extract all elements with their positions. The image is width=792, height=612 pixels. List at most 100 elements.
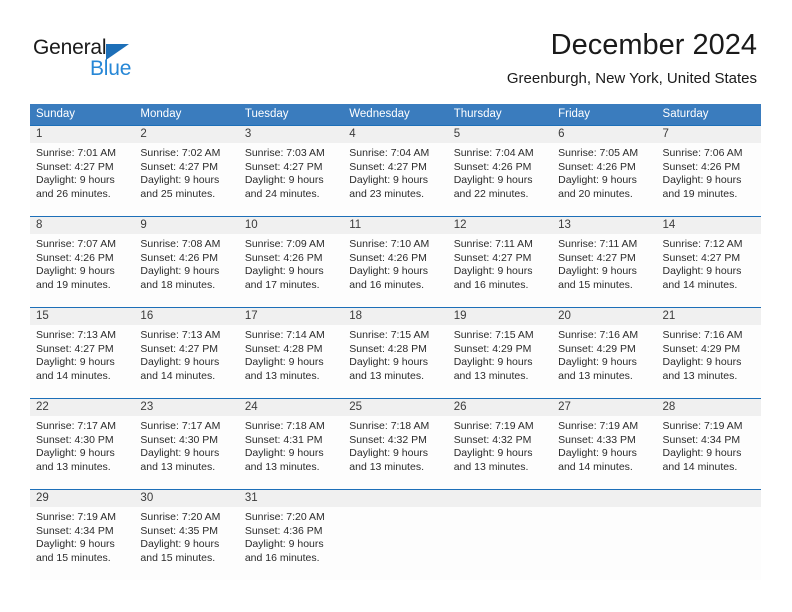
daylight-text-line2: and 13 minutes. [558,369,633,382]
daylight-text-line1: Daylight: 9 hours [244,447,324,459]
day-number: 12 [453,219,467,231]
day-cell[interactable]: Sunrise: 7:17 AM Sunset: 4:30 PM Dayligh… [134,416,238,489]
daylight-text-line1: Daylight: 9 hours [244,538,324,550]
day-cell[interactable]: Sunrise: 7:09 AM Sunset: 4:26 PM Dayligh… [239,234,343,307]
day-cell[interactable]: Sunrise: 7:19 AM Sunset: 4:32 PM Dayligh… [448,416,552,489]
daylight-text-line1: Daylight: 9 hours [140,538,220,550]
day-cell[interactable]: Sunrise: 7:17 AM Sunset: 4:30 PM Dayligh… [30,416,134,489]
daylight-text-line2: and 23 minutes. [349,187,424,200]
day-cell[interactable]: Sunrise: 7:04 AM Sunset: 4:27 PM Dayligh… [343,143,447,216]
day-cell[interactable]: Sunrise: 7:13 AM Sunset: 4:27 PM Dayligh… [30,325,134,398]
day-cell[interactable]: Sunrise: 7:01 AM Sunset: 4:27 PM Dayligh… [30,143,134,216]
sunrise-text: Sunrise: 7:20 AM [140,511,221,523]
day-number: 25 [349,401,363,413]
daylight-text-line2: and 19 minutes. [36,278,111,291]
day-cell[interactable]: Sunrise: 7:10 AM Sunset: 4:26 PM Dayligh… [343,234,447,307]
day-cell[interactable]: Sunrise: 7:15 AM Sunset: 4:28 PM Dayligh… [343,325,447,398]
daylight-text-line1: Daylight: 9 hours [140,265,220,277]
day-number-empty [657,490,761,507]
day-cell[interactable]: Sunrise: 7:03 AM Sunset: 4:27 PM Dayligh… [239,143,343,216]
daylight-text-line1: Daylight: 9 hours [349,174,429,186]
daylight-text-line1: Daylight: 9 hours [558,356,637,368]
sunrise-text: Sunrise: 7:18 AM [349,420,430,432]
sunrise-text: Sunrise: 7:19 AM [662,420,743,432]
day-cell[interactable]: Sunrise: 7:12 AM Sunset: 4:27 PM Dayligh… [657,234,761,307]
day-cell[interactable]: Sunrise: 7:16 AM Sunset: 4:29 PM Dayligh… [657,325,761,398]
day-cell[interactable]: Sunrise: 7:11 AM Sunset: 4:27 PM Dayligh… [552,234,656,307]
week-day-number-row: 22 23 24 25 26 27 28 [30,399,761,416]
week-detail-row: Sunrise: 7:13 AM Sunset: 4:27 PM Dayligh… [30,325,761,398]
day-cell[interactable]: Sunrise: 7:08 AM Sunset: 4:26 PM Dayligh… [134,234,238,307]
day-cell[interactable]: Sunrise: 7:04 AM Sunset: 4:26 PM Dayligh… [448,143,552,216]
day-cell[interactable]: Sunrise: 7:07 AM Sunset: 4:26 PM Dayligh… [30,234,134,307]
calendar-week-row: 29 30 31 Sunrise: 7:19 AM Sunset: 4:34 P… [30,489,761,580]
page-title: December 2024 [550,29,757,61]
calendar-week-row: 22 23 24 25 26 27 28 Sunrise: 7:17 AM Su… [30,398,761,489]
sunset-text: Sunset: 4:27 PM [558,251,636,264]
daylight-text-line1: Daylight: 9 hours [36,356,115,368]
daylight-text-line2: and 14 minutes. [662,278,738,291]
day-cell-empty [448,507,552,580]
day-cell[interactable]: Sunrise: 7:20 AM Sunset: 4:35 PM Dayligh… [134,507,238,580]
daylight-text-line1: Daylight: 9 hours [558,174,637,186]
day-number: 11 [349,219,362,231]
day-cell[interactable]: Sunrise: 7:19 AM Sunset: 4:34 PM Dayligh… [30,507,134,580]
day-cell[interactable]: Sunrise: 7:11 AM Sunset: 4:27 PM Dayligh… [448,234,552,307]
day-cell[interactable]: Sunrise: 7:19 AM Sunset: 4:33 PM Dayligh… [552,416,656,489]
sunset-text: Sunset: 4:29 PM [453,342,532,355]
day-cell[interactable]: Sunrise: 7:19 AM Sunset: 4:34 PM Dayligh… [657,416,761,489]
title-block: December 2024 Greenburgh, New York, Unit… [507,28,757,88]
week-day-number-row: 15 16 17 18 19 20 21 [30,308,761,325]
day-cell[interactable]: Sunrise: 7:15 AM Sunset: 4:29 PM Dayligh… [448,325,552,398]
calendar-week-row: 8 9 10 11 12 13 14 Sunrise: 7:07 AM Suns… [30,216,761,307]
daylight-text-line1: Daylight: 9 hours [244,265,324,277]
sunset-text: Sunset: 4:31 PM [244,433,323,446]
day-number: 9 [140,219,147,231]
week-detail-row: Sunrise: 7:19 AM Sunset: 4:34 PM Dayligh… [30,507,761,580]
day-cell[interactable]: Sunrise: 7:18 AM Sunset: 4:31 PM Dayligh… [239,416,343,489]
page-subtitle: Greenburgh, New York, United States [506,70,757,87]
week-day-number-row: 1 2 3 4 5 6 7 [30,126,761,143]
day-cell[interactable]: Sunrise: 7:16 AM Sunset: 4:29 PM Dayligh… [552,325,656,398]
daylight-text-line2: and 14 minutes. [36,369,111,382]
day-cell[interactable]: Sunrise: 7:20 AM Sunset: 4:36 PM Dayligh… [239,507,343,580]
sunrise-text: Sunrise: 7:14 AM [244,329,325,341]
sunrise-text: Sunrise: 7:19 AM [453,420,534,432]
day-cell[interactable]: Sunrise: 7:14 AM Sunset: 4:28 PM Dayligh… [239,325,343,398]
day-number: 15 [36,310,49,322]
week-day-number-row: 29 30 31 [30,490,761,507]
general-blue-logo[interactable]: General Blue [33,36,213,88]
sunset-text: Sunset: 4:32 PM [453,433,532,446]
day-number: 23 [140,401,154,413]
sunrise-text: Sunrise: 7:03 AM [244,147,325,159]
calendar-week-row: 15 16 17 18 19 20 21 Sunrise: 7:13 AM Su… [30,307,761,398]
sunrise-text: Sunrise: 7:13 AM [140,329,221,341]
sunrise-text: Sunrise: 7:11 AM [453,238,533,250]
day-cell[interactable]: Sunrise: 7:06 AM Sunset: 4:26 PM Dayligh… [657,143,761,216]
day-cell[interactable]: Sunrise: 7:05 AM Sunset: 4:26 PM Dayligh… [552,143,656,216]
sunrise-text: Sunrise: 7:04 AM [349,147,430,159]
sunrise-text: Sunrise: 7:17 AM [36,420,116,432]
weekday-header-sunday: Sunday [36,108,76,120]
daylight-text-line1: Daylight: 9 hours [36,447,115,459]
daylight-text-line1: Daylight: 9 hours [140,174,220,186]
day-cell[interactable]: Sunrise: 7:13 AM Sunset: 4:27 PM Dayligh… [134,325,238,398]
daylight-text-line1: Daylight: 9 hours [453,265,533,277]
daylight-text-line2: and 18 minutes. [140,278,216,291]
daylight-text-line1: Daylight: 9 hours [558,265,637,277]
sunrise-text: Sunrise: 7:02 AM [140,147,221,159]
sunset-text: Sunset: 4:29 PM [558,342,636,355]
sunset-text: Sunset: 4:27 PM [453,251,532,264]
day-cell-empty [343,507,447,580]
daylight-text-line2: and 13 minutes. [36,460,111,473]
daylight-text-line2: and 16 minutes. [244,551,320,564]
sunrise-text: Sunrise: 7:15 AM [453,329,534,341]
day-cell[interactable]: Sunrise: 7:18 AM Sunset: 4:32 PM Dayligh… [343,416,447,489]
sunrise-text: Sunrise: 7:11 AM [558,238,638,250]
sunset-text: Sunset: 4:26 PM [453,160,532,173]
daylight-text-line1: Daylight: 9 hours [140,356,220,368]
daylight-text-line1: Daylight: 9 hours [662,174,742,186]
sunset-text: Sunset: 4:27 PM [662,251,741,264]
day-number: 3 [244,128,252,140]
day-cell[interactable]: Sunrise: 7:02 AM Sunset: 4:27 PM Dayligh… [134,143,238,216]
